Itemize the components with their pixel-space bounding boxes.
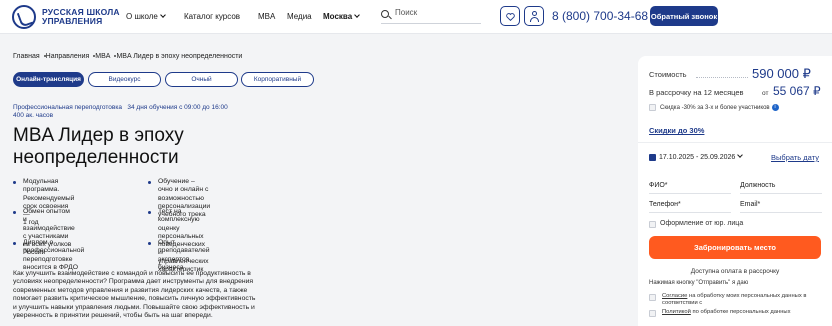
group-discount-checkbox[interactable] (649, 104, 656, 111)
booking-card: Стоимость 590 000 ₽ В рассрочку на 12 ме… (638, 56, 832, 326)
nav-city-select[interactable]: Москва (323, 12, 361, 21)
tab-corporate[interactable]: Корпоративный (241, 72, 314, 87)
consent-checkbox[interactable] (649, 294, 656, 301)
breadcrumb: Главная Направления MBA MBA Лидер в эпоху н… (13, 53, 242, 60)
user-icon (532, 11, 537, 16)
installment-note: Доступна оплата в рассрочку (690, 268, 780, 275)
site-header: РУССКАЯ ШКОЛА УПРАВЛЕНИЯ О школе Каталог… (0, 0, 832, 34)
breadcrumb-mba[interactable]: MBA (95, 53, 110, 60)
program-description: Как улучшить взаимодействие с командой и… (13, 270, 256, 320)
search-input[interactable] (395, 8, 475, 17)
consent-link[interactable]: Согласие (662, 293, 687, 299)
calendar-icon (649, 154, 656, 161)
chevron-down-icon (737, 152, 744, 158)
agree-note: Нажимая кнопку "Отправить" я даю (649, 280, 749, 286)
logo-mark-icon (12, 5, 36, 29)
date-range-select[interactable]: 17.10.2025 - 25.09.2026 (659, 152, 744, 161)
nav-about[interactable]: О школе (126, 12, 166, 21)
choose-date-link[interactable]: Выбрать дату (771, 153, 819, 162)
program-type: Профессиональная переподготовка (13, 104, 122, 111)
search-icon (381, 10, 389, 18)
policy-checkbox[interactable] (649, 310, 656, 317)
installment-label: В рассрочку на 12 месяцев (649, 88, 744, 97)
profile-button[interactable] (524, 6, 544, 26)
heart-icon (506, 13, 515, 21)
info-icon[interactable]: i (771, 104, 779, 111)
favorites-button[interactable] (500, 6, 520, 26)
program-meta: Профессиональная переподготовка 34 дня о… (13, 104, 228, 120)
name-field[interactable]: ФИО* (649, 180, 731, 194)
nav-catalog[interactable]: Каталог курсов (184, 12, 240, 21)
search-box (381, 8, 481, 24)
policy-link[interactable]: Политикой (662, 309, 691, 315)
policy-text: Политикой по обработке персональных данн… (662, 309, 791, 315)
legal-entity-label: Оформление от юр. лица (660, 220, 744, 227)
nav-media[interactable]: Медиа (287, 12, 312, 21)
nav-mba[interactable]: MBA (258, 12, 275, 21)
legal-entity-checkbox[interactable] (649, 221, 656, 228)
program-hours: 400 ак. часов (13, 112, 54, 119)
breadcrumb-home[interactable]: Главная (13, 53, 40, 60)
cost-label: Стоимость (649, 70, 687, 79)
logo-line2: УПРАВЛЕНИЯ (42, 16, 103, 26)
feature-item: Опыт преподавателей экспертов бизнеса (148, 239, 210, 272)
discounts-link[interactable]: Скидки до 30% (649, 126, 704, 135)
page-title: MBA Лидер в эпоху неопределенности (13, 125, 184, 168)
logo[interactable]: РУССКАЯ ШКОЛА УПРАВЛЕНИЯ (12, 5, 120, 29)
tab-videocourse[interactable]: Видеокурс (88, 72, 161, 87)
breadcrumb-directions[interactable]: Направления (46, 53, 90, 60)
tab-offline[interactable]: Очный (165, 72, 238, 87)
consent-text: Согласие на обработку моих персональных … (662, 293, 807, 306)
phone-field[interactable]: Телефон* (649, 199, 731, 213)
book-place-button[interactable]: Забронировать место (649, 236, 821, 259)
breadcrumb-current: MBA Лидер в эпоху неопределенности (116, 53, 243, 60)
tab-online[interactable]: Онлайн-трансляция (13, 72, 84, 87)
installment-price: 55 067 ₽ (773, 84, 821, 98)
price: 590 000 ₽ (752, 66, 811, 81)
installment-from: от (762, 90, 769, 97)
feature-item: Диплом о профессиональной переподготовке… (13, 239, 84, 272)
phone-number[interactable]: 8 (800) 700-34-68 (552, 9, 648, 23)
email-field[interactable]: Email* (740, 199, 822, 213)
program-duration: 34 дня обучения с 09:00 до 16:00 (127, 104, 228, 111)
callback-button[interactable]: Обратный звонок (650, 6, 718, 26)
chevron-down-icon (160, 12, 166, 18)
chevron-down-icon (354, 12, 361, 18)
position-field[interactable]: Должность (740, 180, 822, 194)
group-discount-text: Скидка -30% за 3-х и более участников i (660, 104, 779, 111)
